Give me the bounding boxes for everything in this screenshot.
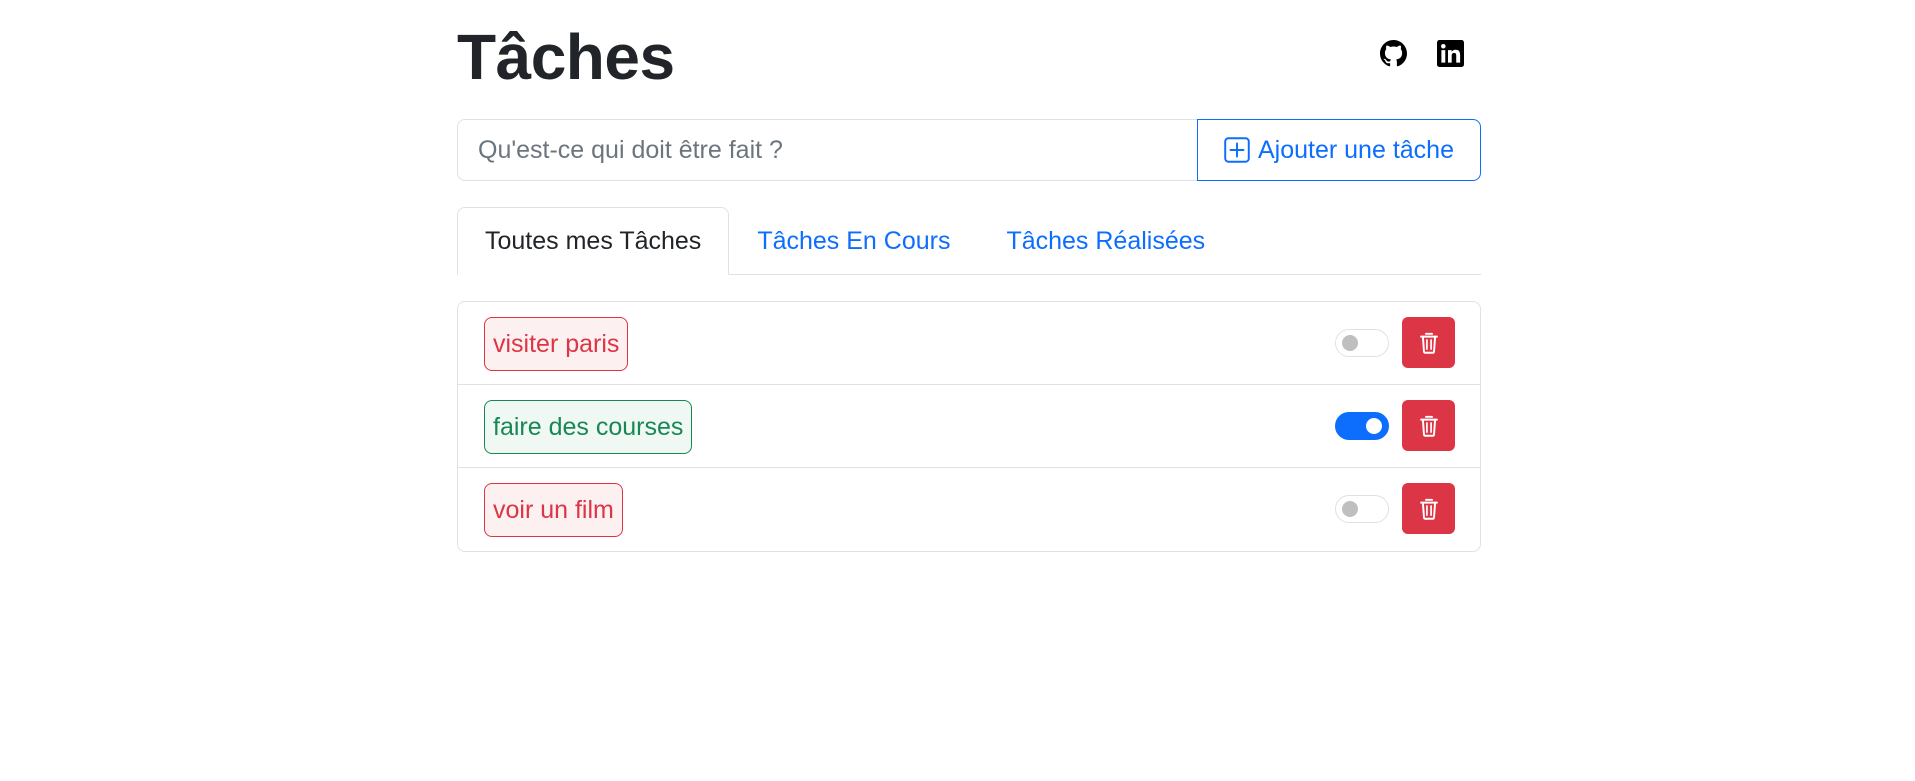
task-input[interactable] bbox=[457, 119, 1197, 181]
task-row: visiter paris bbox=[458, 302, 1480, 385]
task-label: visiter paris bbox=[484, 317, 629, 371]
linkedin-icon bbox=[1436, 39, 1464, 67]
task-done-toggle[interactable] bbox=[1335, 329, 1389, 357]
task-filter-tabs: Toutes mes Tâches Tâches En Cours Tâches… bbox=[457, 207, 1481, 275]
tab-completed[interactable]: Tâches Réalisées bbox=[978, 207, 1233, 275]
github-link[interactable] bbox=[1378, 38, 1408, 68]
add-task-button[interactable]: Ajouter une tâche bbox=[1197, 119, 1481, 181]
toggle-knob bbox=[1342, 501, 1358, 517]
header: Tâches bbox=[457, 0, 1481, 110]
add-task-button-label: Ajouter une tâche bbox=[1258, 135, 1454, 164]
plus-square-icon bbox=[1224, 137, 1250, 163]
tab-label: Tâches Réalisées bbox=[1006, 226, 1206, 255]
app-container: Tâches Ajouter une tâche Tout bbox=[457, 0, 1481, 552]
trash-icon bbox=[1419, 332, 1438, 354]
add-task-form: Ajouter une tâche bbox=[457, 119, 1481, 181]
linkedin-link[interactable] bbox=[1435, 38, 1465, 68]
task-done-toggle[interactable] bbox=[1335, 495, 1389, 523]
delete-task-button[interactable] bbox=[1402, 483, 1455, 534]
task-row: faire des courses bbox=[458, 385, 1480, 468]
delete-task-button[interactable] bbox=[1402, 400, 1455, 451]
tab-all-tasks[interactable]: Toutes mes Tâches bbox=[457, 207, 730, 275]
task-list: visiter paris faire des courses voir un … bbox=[457, 301, 1481, 552]
task-label: faire des courses bbox=[484, 400, 693, 454]
trash-icon bbox=[1419, 498, 1438, 520]
trash-icon bbox=[1419, 415, 1438, 437]
toggle-knob bbox=[1366, 418, 1382, 434]
task-row: voir un film bbox=[458, 468, 1480, 551]
task-done-toggle[interactable] bbox=[1335, 412, 1389, 440]
page-title: Tâches bbox=[457, 21, 675, 93]
tab-label: Tâches En Cours bbox=[757, 226, 951, 255]
toggle-knob bbox=[1342, 335, 1358, 351]
task-label: voir un film bbox=[484, 483, 623, 537]
delete-task-button[interactable] bbox=[1402, 317, 1455, 368]
github-icon bbox=[1379, 39, 1407, 66]
tab-in-progress[interactable]: Tâches En Cours bbox=[729, 207, 978, 275]
tab-label: Toutes mes Tâches bbox=[485, 226, 702, 255]
